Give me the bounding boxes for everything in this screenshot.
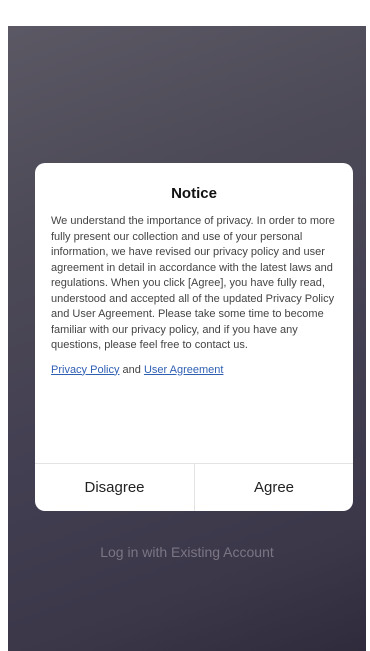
links-conjunction: and [122, 363, 141, 376]
agree-button[interactable]: Agree [194, 464, 353, 511]
dialog-title: Notice [171, 185, 217, 202]
disagree-button[interactable]: Disagree [35, 464, 194, 511]
user-agreement-link[interactable]: User Agreement [144, 364, 223, 376]
dialog-body-text: We understand the importance of privacy.… [51, 215, 335, 351]
privacy-policy-link[interactable]: Privacy Policy [51, 364, 119, 376]
policy-links: Privacy Policy and User Agreement [51, 364, 337, 376]
status-bar-area [8, 0, 366, 26]
privacy-notice-dialog: Notice We understand the importance of p… [35, 163, 353, 511]
login-existing-account-button[interactable]: Log in with Existing Account [8, 544, 366, 560]
